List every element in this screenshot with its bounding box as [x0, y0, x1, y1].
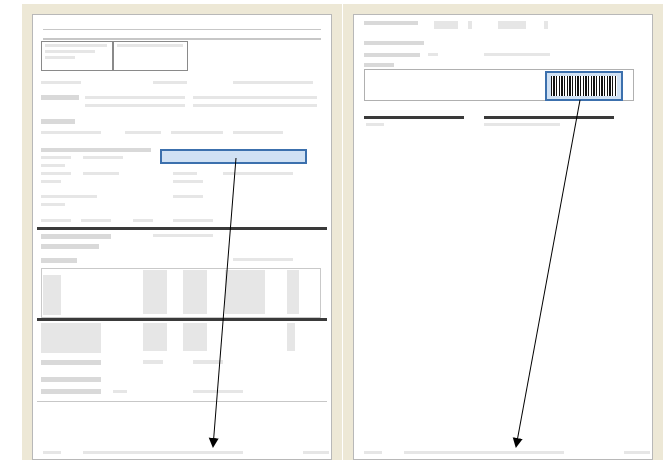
text-line [366, 123, 384, 126]
text-line [193, 96, 317, 99]
table-column [225, 270, 265, 314]
field-line [83, 156, 123, 159]
field-line [223, 172, 293, 175]
section-label [41, 119, 75, 124]
field-line [41, 180, 61, 183]
section-label [41, 234, 111, 239]
section-rule [37, 318, 327, 321]
field-line [41, 195, 97, 198]
option-line [41, 131, 101, 134]
section-label [41, 258, 77, 263]
barcode-icon [551, 76, 617, 96]
rule [43, 29, 321, 30]
text-line [428, 53, 438, 56]
table-column [183, 323, 207, 351]
field-line [41, 172, 71, 175]
header-value [544, 21, 548, 29]
data-table [41, 268, 321, 318]
header-label [364, 41, 424, 45]
rule [37, 401, 327, 402]
table-row-labels [41, 323, 101, 353]
header-value [468, 21, 472, 29]
header-label [364, 53, 420, 57]
footer-line [303, 451, 329, 454]
document-page-1 [32, 14, 332, 460]
section-label [41, 377, 101, 382]
value-placeholder [45, 56, 75, 59]
header-value [434, 21, 458, 29]
text-line [484, 123, 560, 126]
field-line [83, 172, 119, 175]
text-line [193, 390, 243, 393]
table-column [287, 323, 295, 351]
field-line [41, 156, 71, 159]
field-line [173, 180, 203, 183]
section-label [41, 95, 79, 100]
text-line [85, 104, 185, 107]
text-line [143, 360, 163, 364]
option-line [125, 131, 161, 134]
value-placeholder [45, 50, 95, 53]
document-page-2 [353, 14, 653, 460]
footer-line [43, 451, 61, 454]
field-line [41, 164, 65, 167]
table-column [143, 323, 167, 351]
text-line [41, 219, 71, 222]
text-line [41, 81, 81, 84]
signature-line [484, 116, 614, 119]
field-line [41, 203, 65, 206]
label-placeholder [117, 44, 183, 47]
page-frame-right [343, 4, 663, 460]
rule [43, 38, 321, 40]
text-line [153, 234, 213, 237]
footer-line [83, 451, 243, 454]
table-row-labels [43, 275, 61, 315]
header-label [364, 63, 394, 67]
text-line [193, 104, 317, 107]
section-label [41, 148, 151, 152]
field-line [173, 172, 197, 175]
section-rule [37, 227, 327, 230]
text-line [81, 219, 111, 222]
table-column [183, 270, 207, 314]
option-line [233, 131, 283, 134]
text-line [233, 81, 313, 84]
text-line [173, 219, 213, 222]
header-label [364, 21, 418, 25]
signature-line [364, 116, 464, 119]
text-line [484, 53, 550, 56]
text-line [85, 96, 185, 99]
text-line [193, 360, 223, 364]
text-line [153, 81, 187, 84]
field-line [173, 195, 203, 198]
highlighted-barcode[interactable] [545, 71, 623, 101]
section-label [41, 389, 101, 394]
text-line [113, 390, 127, 393]
text-line [133, 219, 153, 222]
footer-line [364, 451, 382, 454]
highlighted-field[interactable] [160, 149, 307, 164]
footer-line [624, 451, 650, 454]
option-line [171, 131, 223, 134]
label-placeholder [45, 44, 107, 47]
footer-line [404, 451, 564, 454]
section-label [41, 244, 99, 249]
page-frame-left [22, 4, 342, 460]
table-column [287, 270, 299, 314]
page-title [73, 21, 291, 26]
text-line [233, 258, 293, 261]
section-label [41, 360, 101, 365]
header-value [498, 21, 526, 29]
table-column [143, 270, 167, 314]
